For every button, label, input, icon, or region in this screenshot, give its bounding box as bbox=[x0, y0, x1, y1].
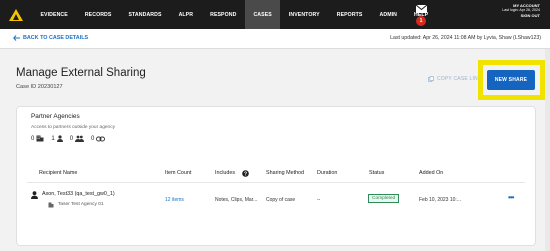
nav-standards[interactable]: STANDARDS bbox=[120, 0, 170, 29]
copy-link-label: COPY CASE LINK bbox=[437, 76, 482, 82]
building-icon bbox=[36, 135, 44, 142]
top-nav: EVIDENCE RECORDS STANDARDS ALPR RESPOND … bbox=[0, 0, 550, 29]
nav-inventory[interactable]: INVENTORY bbox=[280, 0, 328, 29]
nav-reports[interactable]: REPORTS bbox=[328, 0, 371, 29]
nav-cases[interactable]: CASES bbox=[244, 0, 281, 29]
duration-value: -- bbox=[317, 197, 321, 203]
col-sharing-method[interactable]: Sharing Method bbox=[266, 170, 304, 176]
partner-agencies-title: Partner Agencies bbox=[31, 113, 80, 120]
account-menu[interactable]: MY ACCOUNT Last login: Apr 26, 2024 SIGN… bbox=[502, 3, 540, 19]
back-label: BACK TO CASE DETAILS bbox=[23, 35, 89, 41]
item-count-link[interactable]: 12 items bbox=[165, 197, 184, 203]
sign-out-link[interactable]: SIGN OUT bbox=[502, 13, 540, 18]
partner-agencies-subtitle: Access to partners outside your agency bbox=[31, 125, 115, 130]
recipient-name: Axon, Test33 (qa_test_gw0_1) bbox=[42, 191, 115, 197]
building-icon bbox=[48, 202, 54, 208]
nav-items: EVIDENCE RECORDS STANDARDS ALPR RESPOND … bbox=[32, 0, 437, 29]
svg-text:?: ? bbox=[244, 171, 247, 177]
mail-icon bbox=[416, 5, 427, 13]
group-count: 0 bbox=[69, 135, 74, 142]
sharing-method-value: Copy of case bbox=[266, 197, 296, 203]
axon-logo-icon[interactable] bbox=[0, 0, 32, 29]
case-id: Case ID 20230127 bbox=[16, 84, 63, 90]
nav-respond[interactable]: RESPOND bbox=[202, 0, 245, 29]
nav-admin[interactable]: ADMIN bbox=[371, 0, 406, 29]
col-status[interactable]: Status bbox=[369, 170, 384, 176]
scrollbar[interactable] bbox=[545, 49, 550, 251]
notification-badge: 1 bbox=[416, 16, 426, 26]
mail-button[interactable]: 1 bbox=[413, 4, 431, 26]
last-updated-text: Last updated: Apr 26, 2024 11:08 AM by L… bbox=[390, 35, 541, 41]
table-header: Recipient Name Item Count Includes ? Sha… bbox=[17, 166, 535, 183]
copy-icon bbox=[428, 76, 434, 82]
page-title: Manage External Sharing bbox=[16, 67, 146, 79]
header-divider bbox=[27, 182, 525, 183]
nav-evidence[interactable]: EVIDENCE bbox=[32, 0, 76, 29]
recipient-agency: Taser Test Agency 01 bbox=[58, 202, 104, 207]
person-icon bbox=[31, 191, 38, 199]
help-icon[interactable]: ? bbox=[242, 169, 249, 177]
table-row[interactable]: Axon, Test33 (qa_test_gw0_1) Taser Test … bbox=[17, 185, 535, 217]
person-icon bbox=[56, 135, 63, 142]
col-added-on[interactable]: Added On bbox=[419, 170, 443, 176]
includes-value: Notes, Clips, Mar... bbox=[215, 197, 258, 203]
new-share-button[interactable]: NEW SHARE bbox=[487, 70, 535, 90]
added-on-value: Feb 10, 2023 10:... bbox=[419, 197, 461, 203]
back-to-case-details-link[interactable]: BACK TO CASE DETAILS bbox=[13, 35, 88, 41]
user-count: 1 bbox=[51, 135, 55, 142]
group-icon bbox=[75, 135, 85, 142]
partner-counts: 0 1 0 0 bbox=[31, 135, 109, 142]
nav-records[interactable]: RECORDS bbox=[76, 0, 120, 29]
more-options-icon[interactable]: ••• bbox=[508, 193, 514, 202]
sub-header: BACK TO CASE DETAILS Last updated: Apr 2… bbox=[0, 29, 550, 49]
copy-case-link-button[interactable]: COPY CASE LINK bbox=[428, 76, 481, 82]
col-recipient-name[interactable]: Recipient Name bbox=[39, 170, 77, 176]
status-badge: Completed bbox=[368, 194, 400, 203]
link-count: 0 bbox=[91, 135, 95, 142]
sharing-card: Partner Agencies Access to partners outs… bbox=[16, 106, 536, 246]
link-icon bbox=[96, 136, 106, 141]
nav-alpr[interactable]: ALPR bbox=[170, 0, 202, 29]
col-includes[interactable]: Includes bbox=[215, 170, 235, 176]
agency-count: 0 bbox=[31, 135, 35, 142]
col-item-count[interactable]: Item Count bbox=[165, 170, 191, 176]
arrow-left-icon bbox=[13, 35, 20, 41]
col-duration[interactable]: Duration bbox=[317, 170, 337, 176]
